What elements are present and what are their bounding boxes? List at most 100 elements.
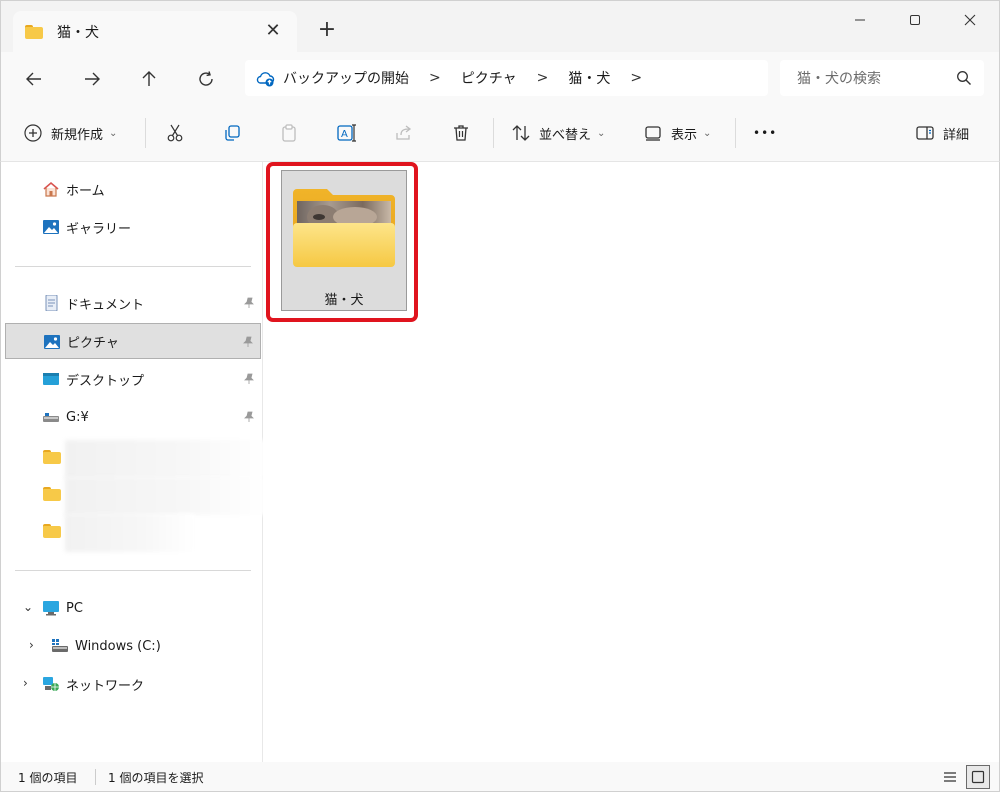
sidebar-item-network[interactable]: › ネットワーク — [5, 666, 261, 702]
drive-icon — [43, 413, 59, 422]
pictures-icon — [44, 335, 60, 349]
minimize-icon — [855, 19, 865, 21]
folder-item-cat-dog[interactable]: 猫・犬 — [281, 170, 407, 311]
nav-divider — [15, 266, 251, 267]
pin-icon[interactable] — [243, 297, 255, 309]
sidebar-item-home[interactable]: ホーム — [5, 171, 261, 207]
file-list-area[interactable]: 猫・犬 — [263, 162, 1000, 762]
details-pane-button[interactable]: 詳細 — [915, 120, 969, 146]
search-box[interactable]: 猫・犬の検索 — [780, 60, 984, 96]
sidebar-item-pc[interactable]: ⌄ PC — [5, 590, 261, 626]
sidebar-item-label: PC — [66, 600, 83, 616]
arrow-up-icon — [142, 71, 156, 86]
cut-button[interactable] — [165, 120, 185, 146]
search-input[interactable]: 猫・犬の検索 — [797, 68, 881, 88]
delete-button[interactable] — [451, 120, 471, 146]
sidebar-item-g-drive[interactable]: G:¥ — [5, 399, 261, 435]
breadcrumb-current-folder[interactable]: 猫・犬 — [568, 68, 610, 88]
sidebar-item-label: ギャラリー — [66, 221, 132, 237]
maximize-button[interactable] — [892, 3, 938, 37]
rename-icon: A — [337, 124, 356, 142]
sidebar-item-windows-c[interactable]: › Windows (C:) — [5, 628, 261, 664]
tab-close-button[interactable]: ✕ — [263, 21, 283, 41]
sidebar-item-gallery[interactable]: ギャラリー — [5, 209, 261, 245]
new-button-label: 新規作成 — [51, 127, 104, 143]
paste-button[interactable] — [279, 120, 299, 146]
view-button-label: 表示 — [671, 127, 698, 143]
status-selection: 1 個の項目を選択 — [108, 771, 204, 785]
redacted-folder-item[interactable] — [65, 477, 265, 515]
breadcrumb-backup[interactable]: バックアップの開始 — [283, 68, 409, 88]
copy-icon — [225, 125, 240, 141]
pin-icon[interactable] — [242, 336, 254, 348]
copy-button[interactable] — [222, 120, 242, 146]
more-options-button[interactable]: ••• — [753, 120, 777, 146]
network-icon — [43, 677, 59, 691]
sort-arrows-icon — [512, 125, 530, 141]
minimize-button[interactable] — [837, 3, 883, 37]
refresh-icon — [199, 71, 213, 86]
sidebar-item-label: ネットワーク — [66, 678, 145, 694]
svg-text:A: A — [341, 129, 348, 140]
pin-icon[interactable] — [243, 411, 255, 423]
gallery-icon — [43, 220, 59, 234]
plus-circle-icon — [24, 124, 42, 142]
sort-button[interactable]: 並べ替え ⌄ — [511, 120, 605, 146]
breadcrumb-separator[interactable]: > — [630, 70, 642, 86]
up-button[interactable] — [134, 64, 164, 94]
folder-icon — [43, 487, 61, 501]
tab-active[interactable]: 猫・犬 ✕ — [13, 11, 297, 53]
command-bar: 新規作成 ⌄ A 並べ替え ⌄ 表示 ⌄ ••• 詳細 — [0, 104, 1000, 162]
breadcrumb-separator[interactable]: > — [537, 70, 549, 86]
breadcrumb-separator[interactable]: > — [429, 70, 441, 86]
sidebar-item-label: ピクチャ — [67, 335, 119, 351]
redacted-folder-item[interactable] — [65, 514, 195, 552]
tile-view-icon — [971, 770, 985, 784]
forward-button[interactable] — [77, 64, 107, 94]
cloud-backup-icon — [256, 72, 275, 87]
trash-icon — [454, 125, 468, 141]
pin-icon[interactable] — [243, 373, 255, 385]
windows-drive-icon — [52, 639, 68, 652]
search-icon — [957, 71, 971, 85]
close-window-button[interactable] — [947, 3, 993, 37]
address-bar[interactable]: バックアップの開始 > ピクチャ > 猫・犬 > — [245, 60, 768, 96]
title-bar: 猫・犬 ✕ + — [0, 0, 1000, 53]
document-icon — [45, 295, 58, 311]
folder-item-name: 猫・犬 — [324, 293, 364, 308]
desktop-icon — [43, 373, 59, 385]
redacted-folder-item[interactable] — [65, 440, 265, 478]
breadcrumb-pictures[interactable]: ピクチャ — [461, 68, 517, 88]
arrow-left-icon — [26, 72, 41, 86]
home-icon — [43, 181, 59, 197]
view-button[interactable]: 表示 ⌄ — [643, 120, 711, 146]
new-button[interactable]: 新規作成 ⌄ — [23, 120, 117, 146]
toolbar-divider — [145, 118, 146, 148]
folder-icon — [43, 524, 61, 538]
refresh-button[interactable] — [191, 64, 221, 94]
chevron-right-icon[interactable]: › — [29, 638, 34, 652]
arrow-right-icon — [85, 72, 100, 86]
sidebar-item-documents[interactable]: ドキュメント — [5, 285, 261, 321]
address-row: バックアップの開始 > ピクチャ > 猫・犬 > 猫・犬の検索 — [0, 52, 1000, 104]
scissors-icon — [167, 124, 183, 142]
new-tab-button[interactable]: + — [314, 17, 340, 43]
sidebar-item-desktop[interactable]: デスクトップ — [5, 361, 261, 397]
share-button[interactable] — [394, 120, 414, 146]
folder-icon — [43, 450, 61, 464]
back-button[interactable] — [19, 64, 49, 94]
sidebar-item-label: デスクトップ — [66, 373, 145, 389]
details-view-button[interactable] — [938, 765, 962, 789]
chevron-right-icon[interactable]: › — [23, 676, 28, 690]
large-icons-view-button[interactable] — [966, 765, 990, 789]
status-item-count: 1 個の項目 — [18, 771, 78, 785]
maximize-icon — [910, 15, 920, 25]
status-divider — [95, 769, 96, 785]
chevron-down-icon: ⌄ — [703, 127, 712, 139]
rename-button[interactable]: A — [336, 120, 358, 146]
sidebar-item-pictures[interactable]: ピクチャ — [5, 323, 261, 359]
chevron-down-icon[interactable]: ⌄ — [23, 600, 33, 614]
sidebar-item-label: ホーム — [66, 183, 105, 199]
view-icon — [645, 126, 661, 141]
toolbar-divider — [735, 118, 736, 148]
